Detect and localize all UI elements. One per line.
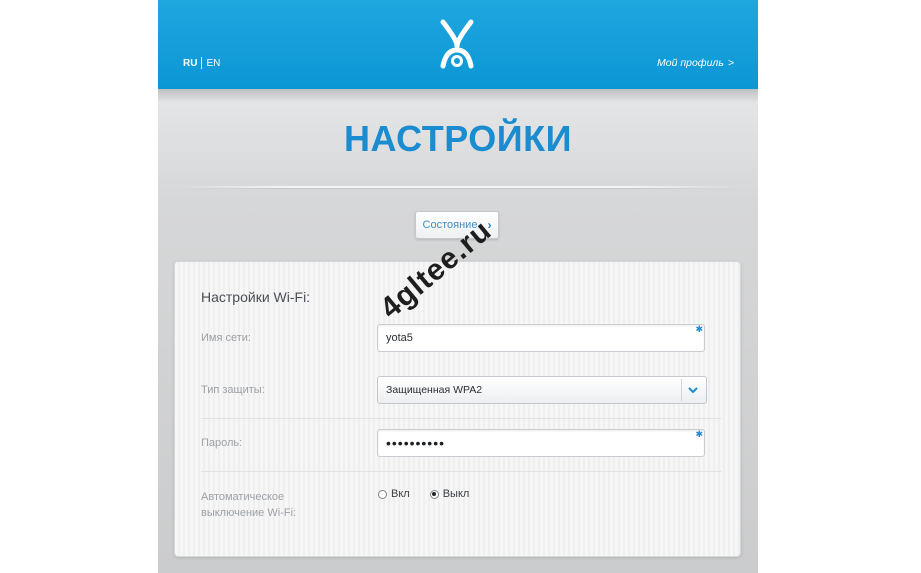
ssid-input[interactable]: yota5 ✱ bbox=[377, 324, 705, 352]
wifi-settings-panel: Настройки Wi-Fi: Имя сети: yota5 ✱ Тип з… bbox=[174, 261, 741, 557]
password-input[interactable]: •••••••••• ✱ bbox=[377, 429, 705, 457]
radio-unchecked-icon bbox=[378, 489, 387, 499]
password-label: Пароль: bbox=[201, 437, 243, 449]
lang-ru-link[interactable]: RU bbox=[183, 58, 197, 69]
auto-off-on-label: Вкл bbox=[391, 488, 410, 500]
my-profile-link[interactable]: Мой профиль > bbox=[657, 57, 734, 69]
yota-logo-icon bbox=[440, 19, 474, 69]
auto-off-on-radio[interactable]: Вкл bbox=[378, 488, 410, 500]
wifi-section-title: Настройки Wi-Fi: bbox=[201, 289, 311, 305]
title-divider-shadow bbox=[178, 188, 738, 189]
header-shadow bbox=[158, 89, 758, 103]
security-type-label: Тип защиты: bbox=[201, 384, 265, 396]
ssid-value: yota5 bbox=[386, 332, 413, 344]
auto-off-label-line2: выключение Wi-Fi: bbox=[201, 507, 297, 519]
edit-marker-icon: ✱ bbox=[695, 429, 703, 439]
my-profile-arrow-icon: > bbox=[727, 57, 734, 69]
language-switcher: RU EN bbox=[183, 57, 220, 69]
security-type-value: Защищенная WPA2 bbox=[386, 384, 483, 396]
auto-off-label: Автоматическое выключение Wi-Fi: bbox=[201, 489, 296, 521]
edit-marker-icon: ✱ bbox=[695, 324, 703, 334]
auto-off-label-line1: Автоматическое bbox=[201, 491, 285, 503]
page-title: НАСТРОЙКИ bbox=[344, 118, 572, 159]
password-value: •••••••••• bbox=[386, 435, 446, 451]
lang-separator bbox=[201, 57, 203, 69]
auto-off-radio-group: Вкл Выкл bbox=[378, 488, 469, 500]
header-bar: RU EN Мой профиль > bbox=[158, 0, 758, 89]
chevron-down-icon[interactable] bbox=[681, 379, 704, 401]
my-profile-label: Мой профиль bbox=[657, 57, 724, 69]
row-separator bbox=[201, 418, 721, 419]
auto-off-off-label: Выкл bbox=[442, 488, 470, 500]
row-separator bbox=[201, 471, 721, 472]
lang-en-link[interactable]: EN bbox=[206, 58, 220, 69]
radio-checked-icon bbox=[429, 489, 439, 499]
auto-off-off-radio[interactable]: Выкл bbox=[429, 488, 470, 500]
security-type-select[interactable]: Защищенная WPA2 bbox=[377, 376, 707, 404]
ssid-label: Имя сети: bbox=[201, 332, 251, 344]
router-settings-page: RU EN Мой профиль > НАСТРОЙКИ Состояние … bbox=[158, 0, 758, 573]
